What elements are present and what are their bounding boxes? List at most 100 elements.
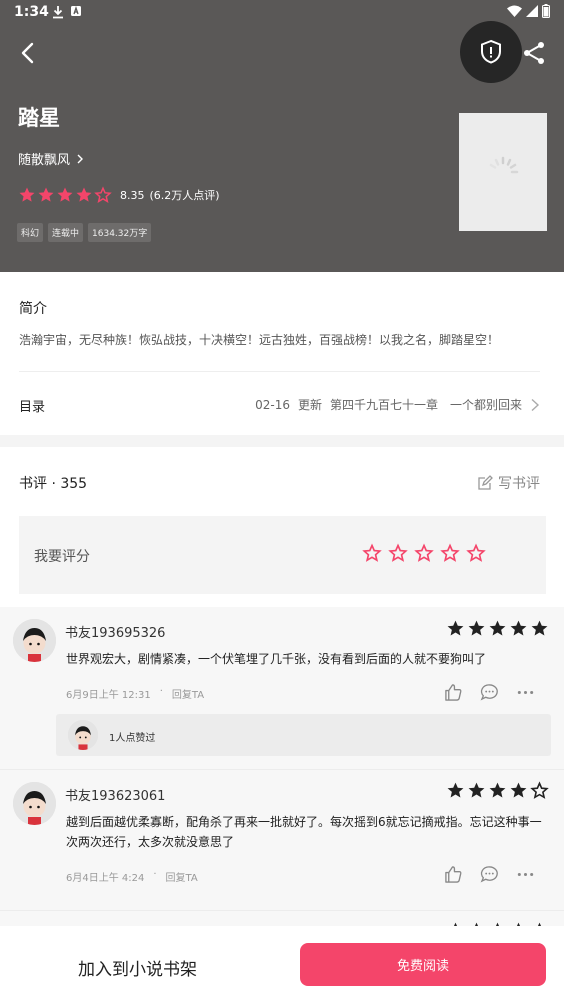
back-button[interactable]	[14, 38, 44, 68]
loading-spinner-icon	[489, 156, 519, 174]
status-time: 1:34	[14, 4, 49, 20]
rating-row: 8.35 (6.2万人点评)	[18, 186, 220, 204]
review-item-partial	[0, 911, 564, 938]
rate-stars	[362, 543, 486, 563]
status-system-icons	[507, 4, 550, 18]
review-actions	[444, 683, 535, 702]
toc-date: 02-16	[255, 397, 290, 412]
liker-avatar	[68, 720, 98, 750]
review-actions	[444, 865, 535, 884]
avatar[interactable]	[13, 619, 56, 662]
review-date: 6月4日上午 4:24	[66, 873, 145, 884]
battery-icon	[542, 4, 550, 18]
meta-separator: ·	[153, 869, 157, 880]
reply-button[interactable]: 回复TA	[166, 869, 198, 884]
comment-icon[interactable]	[480, 865, 499, 884]
avatar-image	[13, 619, 56, 662]
app-notification-icon	[71, 5, 81, 16]
rate-star-3[interactable]	[414, 543, 434, 563]
comment-icon[interactable]	[480, 683, 499, 702]
author-link[interactable]: 随散飘风	[18, 149, 84, 168]
likes-box[interactable]: 1人点赞过	[56, 714, 551, 756]
author-name: 随散飘风	[18, 153, 71, 168]
reviews-heading: 书评 · 355	[19, 476, 88, 492]
chevron-right-icon	[77, 154, 84, 163]
write-review-label: 写书评	[498, 476, 540, 492]
star-filled-icon	[468, 620, 485, 636]
review-text[interactable]: 世界观宏大，剧情紧凑，一个伏笔埋了几千张，没有看到后面的人就不要狗叫了	[66, 649, 552, 669]
review-meta: 6月4日上午 4:24 · 回复TA	[66, 869, 198, 884]
star-outline-icon	[94, 186, 112, 203]
reply-button[interactable]: 回复TA	[172, 686, 204, 701]
status-notification-icons	[52, 5, 82, 19]
rate-star-4[interactable]	[440, 543, 460, 563]
book-tags: 科幻 连载中 1634.32万字	[17, 223, 152, 242]
toc-heading[interactable]: 目录	[19, 396, 45, 415]
review-date: 6月9日上午 12:31	[66, 690, 151, 701]
rate-star-1[interactable]	[362, 543, 382, 563]
add-to-shelf-button[interactable]: 加入到小说书架	[78, 955, 197, 980]
review-stars	[446, 619, 549, 638]
wifi-icon	[507, 5, 522, 17]
edit-icon	[478, 475, 493, 490]
review-meta: 6月9日上午 12:31 · 回复TA	[66, 686, 204, 701]
signal-icon	[526, 5, 538, 17]
more-icon[interactable]	[516, 683, 535, 702]
avatar-image	[68, 720, 98, 750]
toc-update-label: 更新	[297, 398, 322, 412]
review-item: 书友193623061 越到后面越优柔寡断，配角杀了再来一批就好了。每次摇到6就…	[0, 770, 564, 910]
book-title: 踏星	[18, 106, 60, 130]
tag-genre: 科幻	[17, 223, 44, 242]
star-filled-icon	[38, 187, 54, 202]
avatar-image	[13, 782, 56, 825]
star-filled-icon	[489, 620, 506, 636]
likes-count: 1人点赞过	[109, 733, 156, 744]
toc-latest-chapter[interactable]: 02-16 更新 第四千九百七十一章 一个都别回来	[255, 396, 540, 413]
rate-star-2[interactable]	[388, 543, 408, 563]
more-icon[interactable]	[516, 865, 535, 884]
free-read-button[interactable]: 免费阅读	[300, 943, 546, 986]
shield-alert-icon	[481, 39, 501, 64]
star-filled-icon	[447, 782, 464, 798]
chevron-left-icon	[21, 42, 34, 64]
rating-value: 8.35	[120, 188, 145, 202]
star-filled-icon	[489, 782, 506, 798]
star-filled-icon	[19, 187, 35, 202]
avatar[interactable]	[13, 782, 56, 825]
share-icon	[524, 42, 544, 64]
report-button[interactable]	[460, 21, 522, 83]
star-filled-icon	[447, 620, 464, 636]
thumbs-up-icon[interactable]	[444, 865, 463, 884]
tag-wordcount: 1634.32万字	[88, 223, 152, 242]
tag-status: 连载中	[48, 223, 84, 242]
book-header: 1:34 踏星 随散飘风 8.35 (6.2万人点评) 科幻 连载中 1634.…	[0, 0, 564, 272]
book-cover	[459, 113, 547, 231]
star-filled-icon	[510, 782, 527, 798]
star-filled-icon	[76, 187, 92, 202]
review-stars	[446, 781, 549, 800]
reviewer-name[interactable]: 书友193695326	[65, 622, 165, 641]
reviewer-name[interactable]: 书友193623061	[65, 785, 165, 804]
divider	[19, 371, 540, 372]
star-filled-icon	[531, 620, 548, 636]
rating-count: (6.2万人点评)	[149, 189, 220, 202]
rate-star-5[interactable]	[466, 543, 486, 563]
rate-box: 我要评分	[19, 516, 546, 594]
rate-label: 我要评分	[34, 549, 90, 565]
star-filled-icon	[468, 782, 485, 798]
write-review-button[interactable]: 写书评	[477, 473, 540, 493]
bottom-action-bar: 加入到小说书架 免费阅读	[0, 926, 564, 1004]
star-outline-icon	[530, 781, 549, 799]
intro-text: 浩瀚宇宙，无尽种族！恢弘战技，十决横空！远古独姓，百强战榜！以我之名，脚踏星空！	[19, 333, 500, 347]
intro-card: 简介 浩瀚宇宙，无尽种族！恢弘战技，十决横空！远古独姓，百强战榜！以我之名，脚踏…	[0, 272, 564, 435]
star-filled-icon	[510, 620, 527, 636]
star-filled-icon	[57, 187, 73, 202]
rating-stars	[18, 186, 112, 204]
review-text[interactable]: 越到后面越优柔寡断，配角杀了再来一批就好了。每次摇到6就忘记摘戒指。忘记这种事一…	[66, 812, 552, 852]
toc-chapter-title: 第四千九百七十一章 一个都别回来	[329, 398, 522, 412]
review-item: 书友193695326 世界观宏大，剧情紧凑，一个伏笔埋了几千张，没有看到后面的…	[0, 607, 564, 769]
intro-heading: 简介	[19, 301, 47, 317]
chevron-right-icon	[531, 398, 540, 411]
thumbs-up-icon[interactable]	[444, 683, 463, 702]
share-button[interactable]	[521, 40, 547, 66]
